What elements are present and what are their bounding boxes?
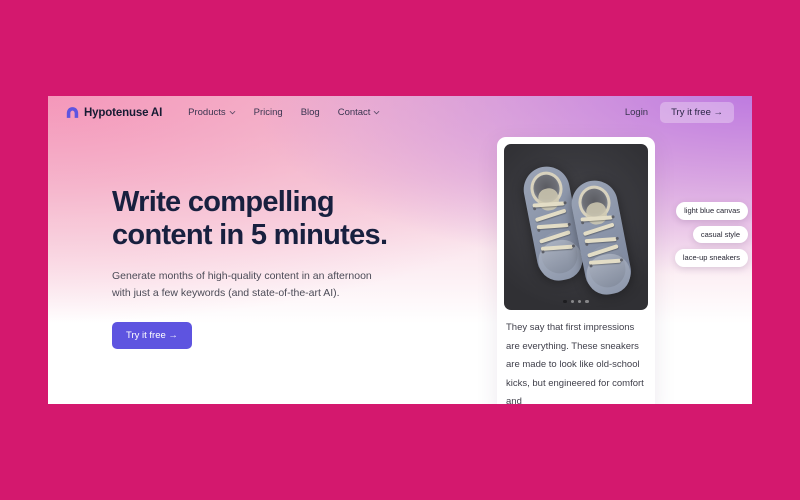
carousel-dot[interactable] [578,299,582,303]
navbar: Hypotenuse AI Products Pricing Blog Cont… [48,96,752,129]
login-link[interactable]: Login [625,107,648,118]
nav-item-contact[interactable]: Contact [338,107,381,118]
carousel-dot[interactable] [563,299,567,303]
nav-item-products-label: Products [188,107,226,118]
hero-copy: Write compelling content in 5 minutes. G… [112,186,402,350]
product-tag-list: light blue canvas casual style lace-up s… [620,202,748,267]
nav-item-pricing-label: Pricing [253,107,283,118]
nav-right-group: Login Try it free → [625,102,734,123]
chevron-down-icon [229,111,235,115]
product-tag[interactable]: lace-up sneakers [674,249,748,267]
product-description: They say that first impressions are ever… [506,322,644,404]
hero-try-it-free-button[interactable]: Try it free → [112,322,192,350]
hero-subtitle: Generate months of high-quality content … [112,270,372,300]
product-card: They say that first impressions are ever… [497,137,655,404]
website-screenshot: Hypotenuse AI Products Pricing Blog Cont… [48,96,752,404]
chevron-down-icon [374,111,380,115]
brand-logo[interactable]: Hypotenuse AI [66,106,162,119]
hypotenuse-logo-icon [66,107,79,118]
nav-item-blog-label: Blog [300,107,320,118]
product-tag[interactable]: casual style [692,225,748,243]
product-tag[interactable]: light blue canvas [676,202,748,220]
nav-links: Products Pricing Blog Contact [188,107,380,118]
nav-try-it-free-button[interactable]: Try it free → [660,102,734,123]
nav-item-pricing[interactable]: Pricing [254,107,283,118]
brand-name: Hypotenuse AI [84,106,163,119]
carousel-dot[interactable] [585,299,589,303]
nav-item-blog[interactable]: Blog [301,107,320,118]
nav-item-products[interactable]: Products [188,107,236,118]
page-title: Write compelling content in 5 minutes. [112,186,388,252]
carousel-dots[interactable] [504,299,648,303]
carousel-dot[interactable] [570,299,574,303]
nav-item-contact-label: Contact [337,107,371,118]
magenta-frame: Hypotenuse AI Products Pricing Blog Cont… [0,0,800,500]
